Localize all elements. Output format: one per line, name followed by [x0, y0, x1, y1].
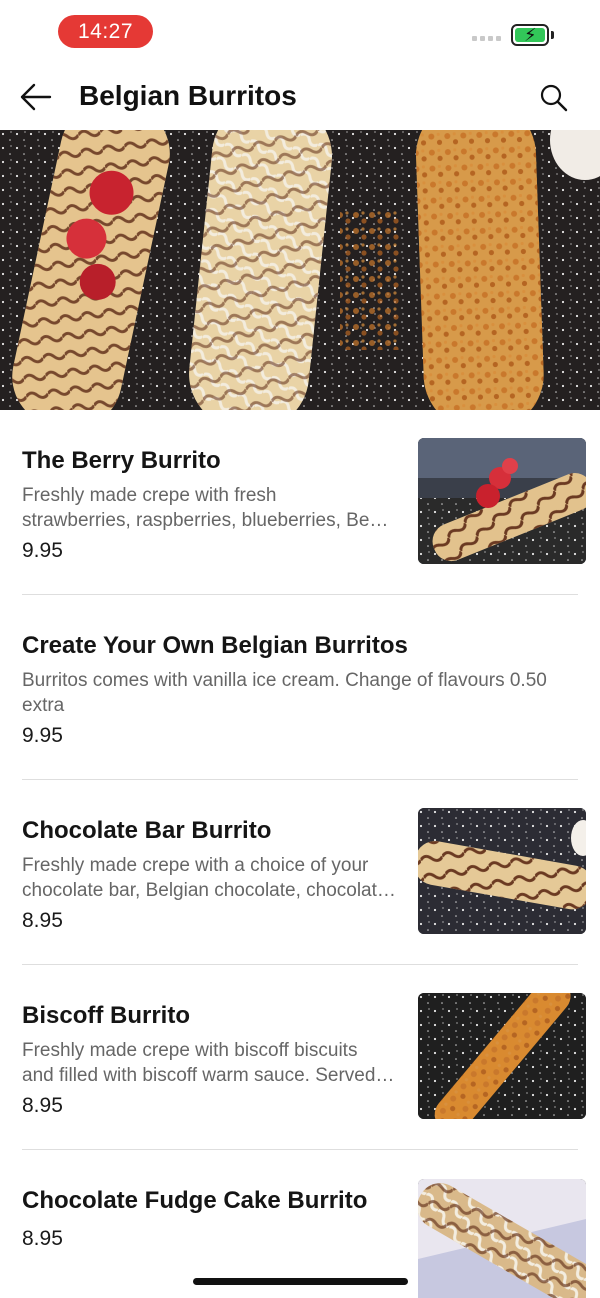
item-price: 9.95	[22, 724, 63, 747]
page-title: Belgian Burritos	[79, 80, 297, 111]
item-price: 8.95	[22, 909, 63, 932]
item-name: Biscoff Burrito	[22, 1002, 190, 1029]
menu-item-biscoff-burrito[interactable]: Biscoff Burrito Freshly made crepe with …	[22, 965, 586, 1150]
menu-item-create-your-own[interactable]: Create Your Own Belgian Burritos Burrito…	[22, 595, 578, 780]
item-image	[418, 808, 586, 934]
item-name: Chocolate Bar Burrito	[22, 817, 272, 844]
menu-list: The Berry Burrito Freshly made crepe wit…	[0, 410, 600, 1298]
item-name: Create Your Own Belgian Burritos	[22, 632, 408, 659]
home-indicator[interactable]	[193, 1278, 408, 1285]
menu-item-chocolate-bar-burrito[interactable]: Chocolate Bar Burrito Freshly made crepe…	[22, 780, 586, 965]
item-price: 8.95	[22, 1227, 63, 1250]
arrow-left-icon	[20, 83, 52, 111]
item-description: Freshly made crepe with fresh strawberri…	[22, 485, 389, 531]
item-name: The Berry Burrito	[22, 447, 221, 474]
item-image	[418, 1179, 586, 1298]
app-header: Belgian Burritos	[0, 64, 600, 130]
item-name: Chocolate Fudge Cake Burrito	[22, 1187, 368, 1214]
search-icon	[540, 84, 568, 112]
item-description: Burritos comes with vanilla ice cream. C…	[22, 670, 547, 716]
item-description: Freshly made crepe with biscoff biscuits…	[22, 1040, 395, 1086]
search-button[interactable]	[538, 82, 570, 114]
menu-item-berry-burrito[interactable]: The Berry Burrito Freshly made crepe wit…	[22, 410, 586, 595]
signal-icon	[472, 36, 501, 41]
status-bar: 14:27 ⚡	[0, 0, 600, 64]
hero-image	[0, 130, 600, 410]
item-image	[418, 438, 586, 564]
battery-charging-icon: ⚡	[511, 24, 549, 46]
item-description: Freshly made crepe with a choice of your…	[22, 855, 396, 901]
item-price: 8.95	[22, 1094, 63, 1117]
status-time: 14:27	[58, 15, 153, 48]
battery-nub	[551, 31, 554, 39]
back-button[interactable]	[18, 80, 54, 114]
item-image	[418, 993, 586, 1119]
item-price: 9.95	[22, 539, 63, 562]
menu-item-chocolate-fudge-cake-burrito[interactable]: Chocolate Fudge Cake Burrito 8.95	[22, 1150, 586, 1298]
